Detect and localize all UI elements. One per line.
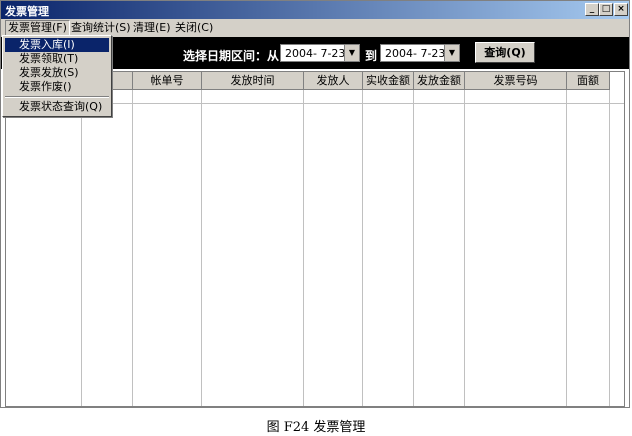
invoice-management-dropdown: 发票入库(I) 发票领取(T) 发票发放(S) 发票作废() 发票状态查询(Q): [2, 35, 112, 117]
chevron-down-icon[interactable]: ▼: [444, 45, 459, 61]
maximize-button[interactable]: □: [599, 3, 613, 16]
column-header-denomination[interactable]: 面额: [567, 72, 610, 90]
column-header-invoice-number[interactable]: 发票号码: [465, 72, 567, 90]
menu-query-stats[interactable]: 查询统计(S): [69, 21, 133, 35]
grid-line: [81, 90, 82, 406]
close-button[interactable]: ×: [614, 3, 628, 16]
grid-line: [132, 90, 133, 406]
menu-invoice-management[interactable]: 发票管理(F): [5, 20, 70, 36]
grid-line: [464, 90, 465, 406]
column-header-issued-amount[interactable]: 发放金额: [414, 72, 465, 90]
column-header-bill-no[interactable]: 帐单号: [133, 72, 202, 90]
grid-line: [362, 90, 363, 406]
chevron-down-icon[interactable]: ▼: [344, 45, 359, 61]
from-date-select[interactable]: 2004- 7-23 ▼: [280, 44, 360, 62]
to-label: 到: [365, 49, 378, 63]
menu-item-invoice-status-query[interactable]: 发票状态查询(Q): [5, 100, 109, 114]
column-header-issue-time[interactable]: 发放时间: [202, 72, 304, 90]
menu-item-invoice-receive[interactable]: 发票领取(T): [5, 52, 109, 66]
grid-line: [566, 90, 567, 406]
title-bar: 发票管理 _ □ ×: [1, 1, 629, 19]
figure-caption: 图 F24 发票管理: [266, 420, 366, 435]
column-header-received-amount[interactable]: 实收金额: [363, 72, 414, 90]
menu-item-invoice-stock-in[interactable]: 发票入库(I): [5, 38, 109, 52]
from-date-value: 2004- 7-23: [285, 47, 346, 60]
window-title: 发票管理: [5, 5, 49, 18]
to-date-select[interactable]: 2004- 7-23 ▼: [380, 44, 460, 62]
menu-item-invoice-void[interactable]: 发票作废(): [5, 80, 109, 94]
column-header-issuer[interactable]: 发放人: [304, 72, 363, 90]
menu-cleanup[interactable]: 清理(E): [131, 21, 173, 35]
grid-line: [413, 90, 414, 406]
minimize-button[interactable]: _: [585, 3, 599, 16]
invoice-table[interactable]: 帐单号 发放时间 发放人 实收金额 发放金额 发票号码 面额: [5, 71, 625, 407]
date-range-label: 选择日期区间：从: [183, 49, 280, 63]
menu-item-invoice-issue[interactable]: 发票发放(S): [5, 66, 109, 80]
menu-close[interactable]: 关闭(C): [173, 21, 215, 35]
menu-separator: [5, 96, 109, 98]
query-button[interactable]: 查询(Q): [475, 42, 535, 63]
grid-line: [303, 90, 304, 406]
grid-line: [201, 90, 202, 406]
to-date-value: 2004- 7-23: [385, 47, 446, 60]
grid-line: [609, 90, 610, 406]
